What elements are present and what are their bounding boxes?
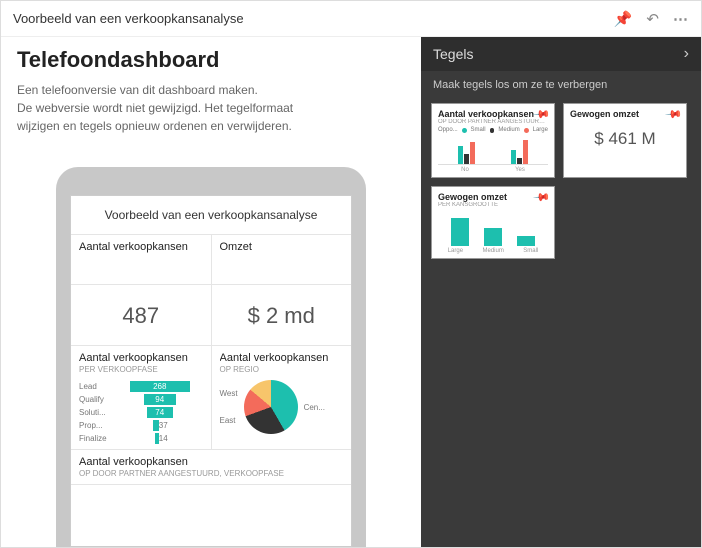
phone-dashboard-title: Voorbeeld van een verkoopkansanalyse [71, 196, 351, 235]
tile-count-value-cell[interactable]: 487 [71, 285, 212, 346]
undo-icon[interactable]: ↶ [646, 10, 659, 28]
tile-region-sub: OP REGIO [220, 365, 344, 374]
pie-label-east: East [220, 416, 238, 425]
thumb-tile-weighted-size[interactable]: 📌 Gewogen omzet PER KANSGROOTTE Large Me… [431, 186, 555, 259]
phone-frame: Voorbeeld van een verkoopkansanalyse Aan… [56, 167, 366, 547]
tile-revenue-title: Omzet [220, 241, 344, 253]
tile-revenue[interactable]: Omzet [212, 235, 352, 285]
tile-partner-sub: OP DOOR PARTNER AANGESTUURD, VERKOOPFASE [79, 469, 343, 478]
dashboard-title: Voorbeeld van een verkoopkansanalyse [13, 11, 614, 26]
tile-count-value: 487 [79, 291, 203, 341]
tiles-panel-header[interactable]: Tegels › [421, 37, 701, 71]
thumb-legend: Oppo... Small Medium Large [438, 127, 548, 133]
more-icon[interactable]: ⋯ [673, 10, 689, 28]
thumb-column-chart [438, 210, 548, 246]
pie-label-west: West [220, 389, 238, 398]
page-title: Telefoondashboard [17, 47, 405, 73]
thumb-sub: PER KANSGROOTTE [438, 202, 548, 208]
pin-icon[interactable]: 📌 [614, 10, 633, 28]
thumb-bar-chart [438, 135, 548, 165]
phone-screen: Voorbeeld van een verkoopkansanalyse Aan… [70, 195, 352, 547]
pie-label-central: Cen... [304, 403, 325, 412]
thumb-tile-partner[interactable]: 📌 Aantal verkoopkansen OP DOOR PARTNER A… [431, 103, 555, 178]
chevron-right-icon[interactable]: › [684, 45, 689, 63]
tile-revenue-value-cell[interactable]: $ 2 md [212, 285, 352, 346]
tile-stage[interactable]: Aantal verkoopkansen PER VERKOOPFASE Lea… [71, 346, 212, 450]
tile-region[interactable]: Aantal verkoopkansen OP REGIO West East … [212, 346, 352, 450]
tile-stage-title: Aantal verkoopkansen [79, 352, 203, 364]
tile-count-title: Aantal verkoopkansen [79, 241, 203, 253]
pie-chart [244, 380, 298, 434]
tile-count[interactable]: Aantal verkoopkansen [71, 235, 212, 285]
titlebar: Voorbeeld van een verkoopkansanalyse 📌 ↶… [1, 1, 701, 37]
tile-region-title: Aantal verkoopkansen [220, 352, 344, 364]
thumb-sub: OP DOOR PARTNER AANGESTUURD, KA... [438, 119, 548, 125]
left-pane: Telefoondashboard Een telefoonversie van… [1, 37, 421, 547]
thumb-tile-weighted[interactable]: 📌 Gewogen omzet $ 461 M [563, 103, 687, 178]
thumb-big-value: $ 461 M [570, 119, 680, 157]
page-description: Een telefoonversie van dit dashboard mak… [17, 81, 317, 135]
funnel-chart: Lead268 Qualify94 Soluti...74 Prop...37 … [79, 374, 203, 445]
tiles-panel-title: Tegels [433, 46, 473, 62]
tiles-panel: Tegels › Maak tegels los om ze te verber… [421, 37, 701, 547]
tile-stage-sub: PER VERKOOPFASE [79, 365, 203, 374]
tile-partner[interactable]: Aantal verkoopkansen OP DOOR PARTNER AAN… [71, 450, 351, 485]
tile-revenue-value: $ 2 md [220, 291, 344, 341]
tiles-panel-instruction: Maak tegels los om ze te verbergen [421, 71, 701, 103]
tile-partner-title: Aantal verkoopkansen [79, 456, 343, 468]
